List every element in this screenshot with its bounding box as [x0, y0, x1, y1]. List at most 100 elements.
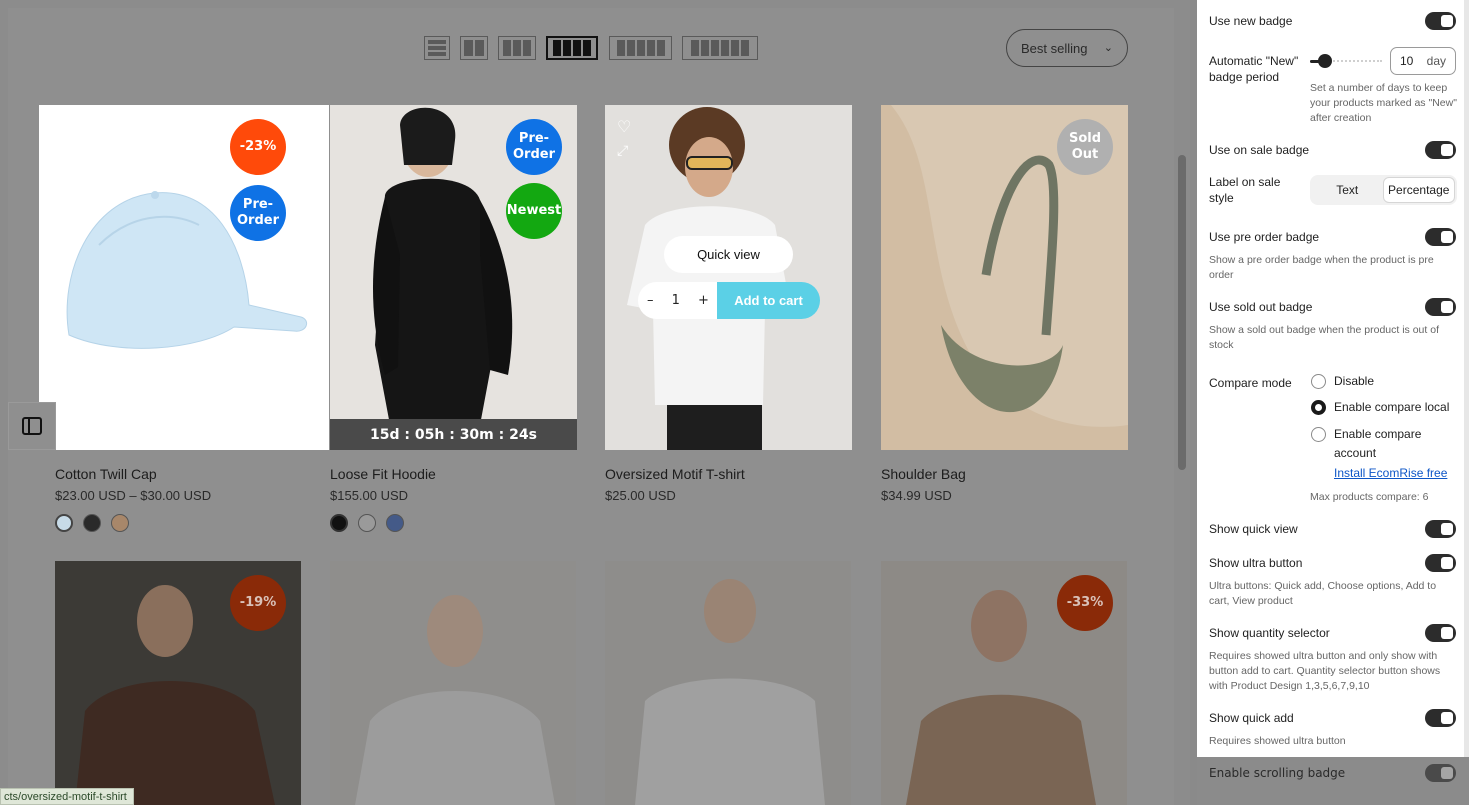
product-image-cap[interactable]: -23% Pre- Order	[39, 105, 329, 450]
pre-order-badge-toggle[interactable]	[1425, 228, 1456, 246]
ultra-button-toggle[interactable]	[1425, 554, 1456, 572]
quick-add-toggle[interactable]	[1425, 709, 1456, 727]
new-period-slider-thumb[interactable]	[1318, 54, 1332, 68]
compare-disable-label[interactable]: Disable	[1334, 372, 1374, 391]
product-price: $155.00 USD	[330, 488, 409, 503]
countdown-timer: 15d : 05h : 30m : 24s	[330, 419, 577, 450]
product-image[interactable]: -33%	[881, 561, 1127, 805]
settings-panel: Use new badge Automatic "New" badge peri…	[1197, 0, 1464, 757]
product-title[interactable]: Loose Fit Hoodie	[330, 466, 436, 482]
sale-style-text-option[interactable]: Text	[1312, 177, 1383, 203]
product-title[interactable]: Shoulder Bag	[881, 466, 966, 482]
product-image[interactable]	[605, 561, 851, 805]
qty-minus-button[interactable]: –	[647, 293, 654, 308]
sidebar-panel-icon	[22, 417, 42, 435]
sold-out-badge: Sold Out	[1057, 119, 1113, 175]
qty-value[interactable]: 1	[672, 293, 680, 308]
pre-order-badge: Pre- Order	[230, 185, 286, 241]
quick-add-label: Show quick add	[1209, 711, 1294, 725]
sort-dropdown[interactable]: Best selling ⌄	[1006, 29, 1128, 67]
layout-list-button[interactable]	[424, 36, 450, 60]
qty-selector-label: Show quantity selector	[1209, 626, 1330, 640]
cap-illustration	[66, 191, 308, 349]
preview-scrollbar[interactable]	[1178, 155, 1186, 470]
product-image-bag[interactable]: Sold Out	[881, 105, 1128, 450]
tshirt-illustration	[627, 107, 790, 450]
product-price: $34.99 USD	[881, 488, 952, 503]
compare-local-label[interactable]: Enable compare local	[1334, 398, 1449, 417]
layout-3-columns-button[interactable]	[498, 36, 536, 60]
product-image[interactable]	[330, 561, 576, 805]
layout-5-columns-button[interactable]	[609, 36, 672, 60]
color-swatch[interactable]	[55, 514, 73, 532]
scrolling-badge-label: Enable scrolling badge	[1209, 766, 1346, 780]
product-image-tshirt[interactable]: ♡ ⤢	[605, 105, 852, 450]
quick-view-toggle[interactable]	[1425, 520, 1456, 538]
sold-out-badge-toggle[interactable]	[1425, 298, 1456, 316]
quick-view-label: Show quick view	[1209, 522, 1298, 536]
compare-account-radio[interactable]	[1311, 427, 1326, 442]
pre-order-badge: Pre- Order	[506, 119, 562, 175]
compare-disable-radio[interactable]	[1311, 374, 1326, 389]
new-period-value[interactable]: 10	[1400, 54, 1413, 68]
quantity-stepper: – 1 +	[638, 282, 718, 319]
color-swatch[interactable]	[83, 514, 101, 532]
color-swatch[interactable]	[111, 514, 129, 532]
product-illustration	[635, 579, 825, 805]
qty-selector-toggle[interactable]	[1425, 624, 1456, 642]
layout-4-columns-button[interactable]	[546, 36, 598, 60]
max-compare-note: Max products compare: 6	[1310, 491, 1429, 503]
sale-style-segmented: Text Percentage	[1310, 175, 1457, 205]
quick-add-help: Requires showed ultra button	[1209, 735, 1346, 747]
new-period-unit: day	[1426, 54, 1446, 68]
pre-order-help: Show a pre order badge when the product …	[1209, 254, 1434, 282]
quick-view-button[interactable]: Quick view	[664, 236, 793, 273]
install-ecomrise-link[interactable]: Install EcomRise free	[1334, 466, 1447, 480]
pre-order-badge-label: Use pre order badge	[1209, 230, 1320, 244]
product-image[interactable]: -19%	[55, 561, 301, 805]
compare-mode-label: Compare mode	[1209, 376, 1292, 390]
color-swatch[interactable]	[386, 514, 404, 532]
quantity-add-to-cart: – 1 + Add to cart	[638, 282, 820, 319]
compare-icon[interactable]: ⤢	[617, 143, 635, 161]
settings-panel-overflow: Enable scrolling badge	[1197, 757, 1469, 805]
qty-plus-button[interactable]: +	[698, 293, 709, 308]
sidebar-toggle-button[interactable]	[8, 402, 56, 450]
panel-scrollbar[interactable]	[1464, 0, 1469, 757]
product-price: $23.00 USD – $30.00 USD	[55, 488, 212, 503]
sold-out-help: Show a sold out badge when the product i…	[1209, 324, 1439, 352]
product-price: $25.00 USD	[605, 488, 676, 503]
layout-2-columns-button[interactable]	[460, 36, 488, 60]
discount-badge: -19%	[230, 575, 286, 631]
auto-new-help: Set a number of days to keep your produc…	[1310, 82, 1457, 125]
wishlist-heart-icon[interactable]: ♡	[617, 117, 635, 136]
product-illustration	[355, 595, 555, 805]
compare-account-label[interactable]: Enable compare account	[1334, 425, 1454, 463]
new-badge-toggle[interactable]	[1425, 12, 1456, 30]
auto-new-badge-label: Automatic "New" badge period	[1209, 54, 1299, 84]
new-period-input[interactable]: 10 day	[1390, 47, 1456, 75]
on-sale-badge-toggle[interactable]	[1425, 141, 1456, 159]
chevron-down-icon: ⌄	[1103, 42, 1113, 54]
sale-style-label: Label on sale style	[1209, 175, 1281, 205]
ultra-button-help: Ultra buttons: Quick add, Choose options…	[1209, 580, 1437, 608]
product-image-hoodie[interactable]: Pre- Order Newest 15d : 05h : 30m : 24s	[330, 105, 577, 450]
discount-badge: -33%	[1057, 575, 1113, 631]
compare-local-radio[interactable]	[1311, 400, 1326, 415]
sort-label: Best selling	[1021, 40, 1088, 56]
ultra-button-label: Show ultra button	[1209, 556, 1303, 570]
on-sale-badge-label: Use on sale badge	[1209, 143, 1310, 157]
new-badge-label: Use new badge	[1209, 14, 1293, 28]
status-bar-url: cts/oversized-motif-t-shirt	[0, 788, 134, 805]
scrolling-badge-toggle[interactable]	[1425, 764, 1456, 782]
layout-6-columns-button[interactable]	[682, 36, 758, 60]
sale-style-percentage-option[interactable]: Percentage	[1382, 177, 1455, 203]
color-swatch[interactable]	[330, 514, 348, 532]
color-swatch[interactable]	[358, 514, 376, 532]
discount-badge: -23%	[230, 119, 286, 175]
product-title[interactable]: Cotton Twill Cap	[55, 466, 157, 482]
qty-selector-help: Requires showed ultra button and only sh…	[1209, 650, 1441, 693]
add-to-cart-button[interactable]: Add to cart	[717, 282, 820, 319]
newest-badge: Newest	[506, 183, 562, 239]
product-title[interactable]: Oversized Motif T-shirt	[605, 466, 745, 482]
